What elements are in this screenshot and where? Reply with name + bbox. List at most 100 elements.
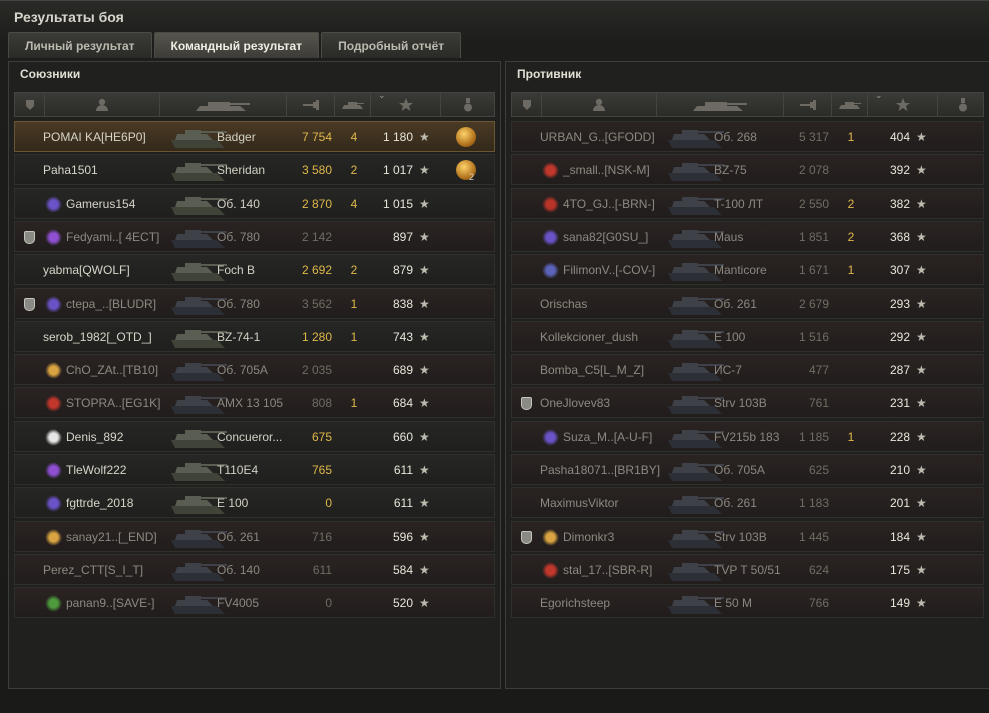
xp-col-icon[interactable]: ⌄ [868, 90, 938, 116]
player-row[interactable]: ctepa_..[BLUDR] Об. 780 3 562 1 838 ★ [14, 287, 495, 319]
player-row[interactable]: sanay21..[_END] Об. 261 716 596 ★ [14, 520, 495, 552]
player-row[interactable]: Egorichsteep E 50 M 766 149 ★ [511, 587, 984, 619]
damage-value: 1 851 [798, 229, 829, 244]
tank-name: Об. 140 [217, 562, 260, 577]
experience-value: 392 [889, 163, 910, 178]
experience-value: 293 [889, 296, 910, 311]
player-name: URBAN_G..[GFODD] [540, 130, 655, 144]
player-row[interactable]: STOPRA..[EG1K] AMX 13 105 808 1 684 ★ [14, 387, 495, 419]
experience-value: 660 [392, 429, 413, 444]
tab-detailed[interactable]: Подробный отчёт [321, 32, 462, 58]
player-row[interactable]: Bomba_C5[L_M_Z] ИС-7 477 287 ★ [511, 354, 984, 386]
damage-value: 1 671 [798, 263, 829, 278]
experience-value: 404 [889, 130, 910, 144]
clan-rating-badge-icon [41, 459, 65, 483]
achievement-medal-icon[interactable] [456, 127, 476, 147]
clan-rating-badge-icon [538, 259, 562, 283]
experience-value: 611 [393, 463, 413, 477]
experience-value: 231 [889, 396, 910, 411]
player-row[interactable]: Pasha18071..[BR1BY] Об. 705А 625 210 ★ [511, 454, 984, 485]
player-row[interactable]: Orischas Об. 261 2 679 293 ★ [511, 287, 984, 319]
player-col-icon[interactable] [45, 93, 160, 116]
damage-value: 2 679 [798, 296, 829, 311]
player-row[interactable]: 4TO_GJ..[-BRN-] T-100 ЛТ 2 550 2 382 ★ [511, 187, 984, 219]
premium-col-icon[interactable] [15, 93, 45, 116]
player-row[interactable]: OneJlovev83 Strv 103B 761 231 ★ [511, 387, 984, 419]
star-icon: ★ [916, 562, 927, 577]
clan-rating-badge-icon [538, 426, 562, 450]
clan-rating-badge-icon [41, 359, 65, 383]
kills-value: 1 [847, 429, 855, 444]
damage-value: 625 [808, 463, 829, 477]
star-icon: ★ [916, 263, 927, 278]
tank-name: FV215b 183 [714, 429, 780, 444]
damage-value: 2 142 [301, 229, 332, 244]
player-row[interactable]: fgttrde_2018 E 100 0 611 ★ [14, 487, 495, 519]
player-row[interactable]: URBAN_G..[GFODD] Об. 268 5 317 1 404 ★ [511, 121, 984, 152]
kills-value: 2 [847, 229, 855, 244]
medal-col-icon[interactable] [938, 93, 988, 116]
damage-value: 675 [311, 429, 332, 444]
kills-value: 1 [847, 263, 855, 278]
tank-name: TVP T 50/51 [714, 562, 781, 577]
clan-rating-badge-icon [538, 559, 562, 583]
damage-value: 2 078 [798, 163, 829, 178]
damage-value: 611 [312, 562, 332, 577]
player-row[interactable]: Suza_M..[A-U-F] FV215b 183 1 185 1 228 ★ [511, 420, 984, 452]
player-row[interactable]: POMAI KA[HE6P0] Badger 7 754 4 1 180 ★ [14, 121, 495, 152]
player-row[interactable]: Dimonkr3 Strv 103B 1 445 184 ★ [511, 520, 984, 552]
player-row[interactable]: Kollekcioner_dush E 100 1 516 292 ★ [511, 320, 984, 352]
kills-col-icon[interactable] [832, 93, 868, 116]
tank-name: BZ-74-1 [217, 329, 261, 344]
player-name: ctepa_..[BLUDR] [66, 296, 157, 311]
damage-col-icon[interactable] [784, 93, 832, 116]
kills-value: 1 [350, 396, 358, 411]
player-name: MaximusViktor [540, 496, 619, 511]
damage-col-icon[interactable] [287, 93, 335, 116]
experience-value: 149 [889, 596, 910, 611]
clan-rating-badge-icon [538, 526, 562, 550]
allies-column-headers: ⌄ [14, 90, 495, 117]
player-row[interactable]: Perez_CTT[S_I_T] Об. 140 611 584 ★ [14, 553, 495, 585]
tank-name: Manticore [714, 263, 767, 278]
player-name: TleWolf222 [66, 463, 127, 477]
tank-col-icon[interactable] [657, 93, 784, 116]
player-name: stal_17..[SBR-R] [563, 562, 653, 577]
damage-value: 1 280 [301, 329, 332, 344]
player-name: serob_1982[_OTD_] [43, 329, 152, 344]
clan-rating-badge-icon [538, 193, 562, 217]
player-col-icon[interactable] [542, 93, 657, 116]
player-row[interactable]: ChO_ZAt..[TB10] Об. 705А 2 035 689 ★ [14, 354, 495, 386]
xp-col-icon[interactable]: ⌄ [371, 90, 441, 116]
player-row[interactable]: sana82[G0SU_] Maus 1 851 2 368 ★ [511, 220, 984, 252]
medal-col-icon[interactable] [441, 93, 495, 116]
player-row[interactable]: FilimonV..[-COV-] Manticore 1 671 1 307 ★ [511, 254, 984, 286]
player-row[interactable]: _small..[NSK-M] BZ-75 2 078 392 ★ [511, 154, 984, 186]
tank-col-icon[interactable] [160, 93, 287, 116]
premium-col-icon[interactable] [512, 93, 542, 116]
player-row[interactable]: stal_17..[SBR-R] TVP T 50/51 624 175 ★ [511, 553, 984, 585]
player-row[interactable]: MaximusViktor Об. 261 1 183 201 ★ [511, 487, 984, 519]
tab-personal[interactable]: Личный результат [8, 32, 152, 58]
player-row[interactable]: TleWolf222 T110E4 765 611 ★ [14, 454, 495, 485]
star-icon: ★ [916, 463, 927, 477]
player-row[interactable]: yabma[QWOLF] Foch B 2 692 2 879 ★ [14, 254, 495, 286]
player-name: 4TO_GJ..[-BRN-] [563, 196, 655, 211]
damage-value: 7 754 [301, 130, 332, 144]
player-row[interactable]: Denis_892 Concueror... 675 660 ★ [14, 420, 495, 452]
kills-col-icon[interactable] [335, 93, 371, 116]
player-row[interactable]: Fedyami..[ 4ECT] Об. 780 2 142 897 ★ [14, 220, 495, 252]
player-row[interactable]: Gamerus154 Об. 140 2 870 4 1 015 ★ [14, 187, 495, 219]
player-row[interactable]: Paha1501 Sheridan 3 580 2 1 017 ★ 2 [14, 154, 495, 186]
player-row[interactable]: panan9..[SAVE-] FV4005 0 520 ★ [14, 587, 495, 619]
star-icon: ★ [419, 396, 430, 411]
player-row[interactable]: serob_1982[_OTD_] BZ-74-1 1 280 1 743 ★ [14, 320, 495, 352]
damage-value: 1 516 [798, 329, 829, 344]
player-name: Suza_M..[A-U-F] [563, 429, 653, 444]
star-icon: ★ [419, 196, 430, 211]
clan-rating-badge-icon [41, 193, 65, 217]
tank-name: Badger [217, 130, 256, 144]
experience-value: 292 [889, 329, 910, 344]
tab-team[interactable]: Командный результат [153, 32, 320, 58]
experience-value: 228 [889, 429, 910, 444]
